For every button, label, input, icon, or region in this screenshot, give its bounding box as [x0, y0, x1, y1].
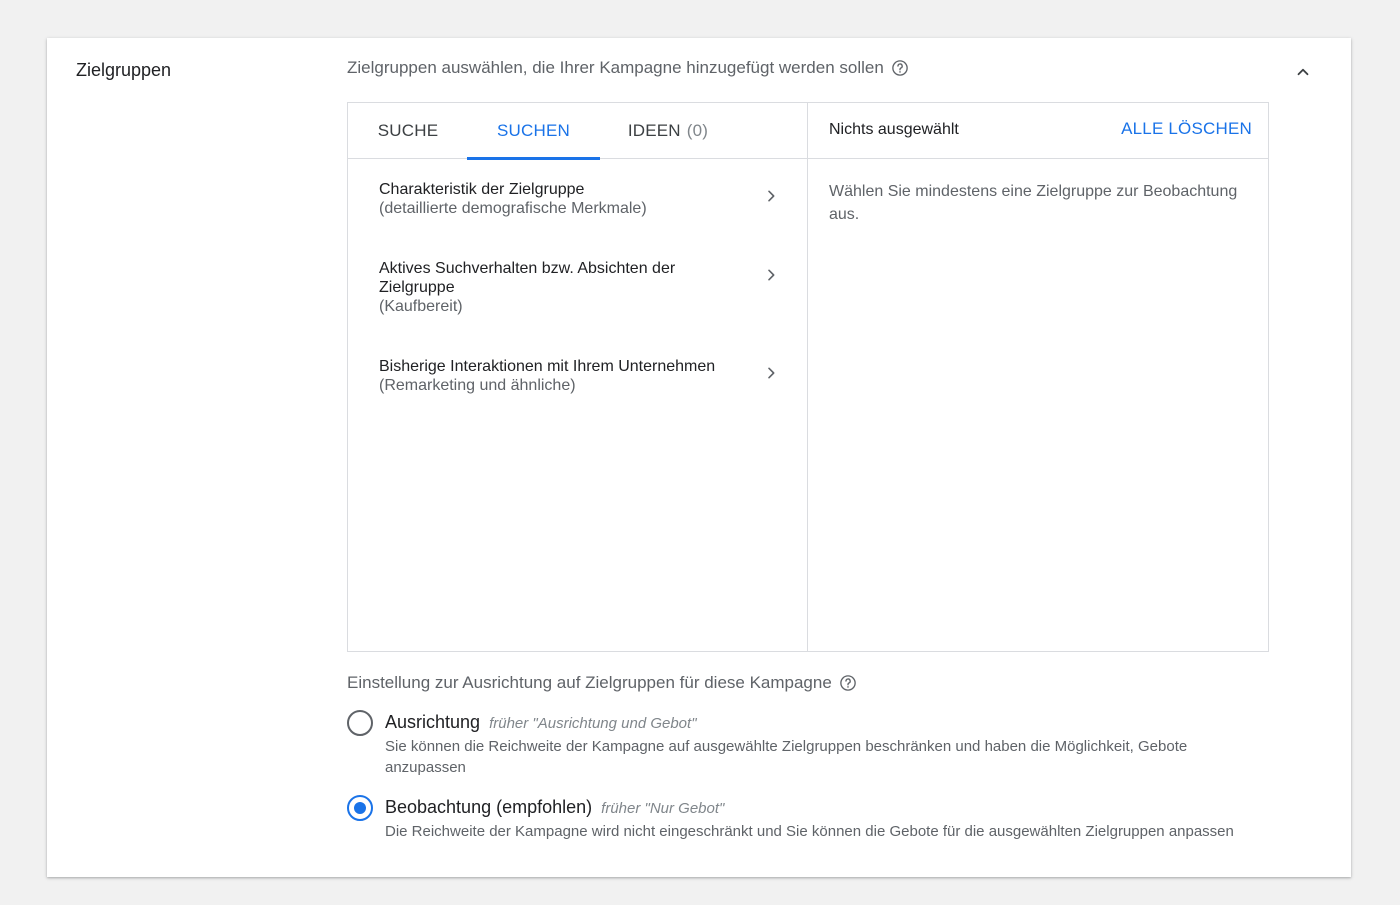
selection-status: Nichts ausgewählt	[829, 121, 959, 138]
option-former-name: früher "Ausrichtung und Gebot"	[489, 715, 697, 732]
audience-picker: SUCHE SUCHEN IDEEN (0) Charakteristik de…	[347, 102, 1269, 652]
tab-label: SUCHE	[377, 121, 439, 140]
selection-header: Nichts ausgewählt ALLE LÖSCHEN	[808, 103, 1268, 159]
help-icon[interactable]	[839, 674, 857, 692]
targeting-setting-label: Einstellung zur Ausrichtung auf Zielgrup…	[347, 673, 857, 693]
subtitle-text: Zielgruppen auswählen, die Ihrer Kampagn…	[347, 58, 884, 77]
option-targeting[interactable]: Ausrichtung früher "Ausrichtung und Gebo…	[347, 710, 1247, 776]
tab-suche[interactable]: SUCHE	[348, 103, 468, 159]
chevron-up-icon	[1297, 68, 1309, 76]
category-demographics[interactable]: Charakteristik der Zielgruppe (detaillie…	[348, 180, 807, 240]
option-title: Beobachtung (empfohlen)	[385, 797, 593, 817]
category-title: Aktives Suchverhalten bzw. Absichten der…	[379, 260, 676, 296]
clear-all-button[interactable]: ALLE LÖSCHEN	[1121, 119, 1252, 139]
audiences-card: Zielgruppen Zielgruppen auswählen, die I…	[47, 38, 1351, 877]
option-observation[interactable]: Beobachtung (empfohlen) früher "Nur Gebo…	[347, 795, 1247, 841]
selection-hint: Wählen Sie mindestens eine Zielgruppe zu…	[829, 183, 1238, 223]
radio-observation[interactable]	[347, 795, 373, 821]
option-former-name: früher "Nur Gebot"	[601, 800, 725, 817]
section-title: Zielgruppen	[76, 60, 172, 80]
tab-ideen[interactable]: IDEEN (0)	[600, 103, 736, 159]
browse-pane: SUCHE SUCHEN IDEEN (0) Charakteristik de…	[348, 103, 808, 651]
category-desc: (detaillierte demografische Merkmale)	[379, 200, 647, 217]
category-title: Charakteristik der Zielgruppe	[379, 181, 585, 198]
selection-pane: Nichts ausgewählt ALLE LÖSCHEN Wählen Si…	[808, 103, 1268, 651]
tab-label: SUCHEN	[497, 121, 570, 140]
chevron-right-icon	[761, 363, 781, 383]
radio-targeting[interactable]	[347, 710, 373, 736]
chevron-right-icon	[761, 186, 781, 206]
option-title: Ausrichtung	[385, 712, 481, 732]
collapse-button[interactable]	[1291, 60, 1315, 84]
targeting-label-text: Einstellung zur Ausrichtung auf Zielgrup…	[347, 673, 832, 692]
category-desc: (Kaufbereit)	[379, 298, 463, 315]
chevron-right-icon	[761, 265, 781, 285]
help-icon[interactable]	[891, 59, 909, 77]
category-in-market[interactable]: Aktives Suchverhalten bzw. Absichten der…	[348, 259, 807, 339]
category-desc: (Remarketing und ähnliche)	[379, 377, 576, 394]
category-title: Bisherige Interaktionen mit Ihrem Untern…	[379, 358, 716, 375]
section-subtitle: Zielgruppen auswählen, die Ihrer Kampagn…	[347, 58, 909, 78]
option-description: Die Reichweite der Kampagne wird nicht e…	[385, 823, 1234, 840]
tab-suchen[interactable]: SUCHEN	[467, 103, 600, 160]
tab-bar: SUCHE SUCHEN IDEEN (0)	[348, 103, 807, 160]
tab-label: IDEEN	[627, 121, 681, 140]
tab-count: (0)	[686, 121, 709, 140]
category-remarketing[interactable]: Bisherige Interaktionen mit Ihrem Untern…	[348, 357, 807, 417]
option-description: Sie können die Reichweite der Kampagne a…	[385, 738, 1188, 776]
